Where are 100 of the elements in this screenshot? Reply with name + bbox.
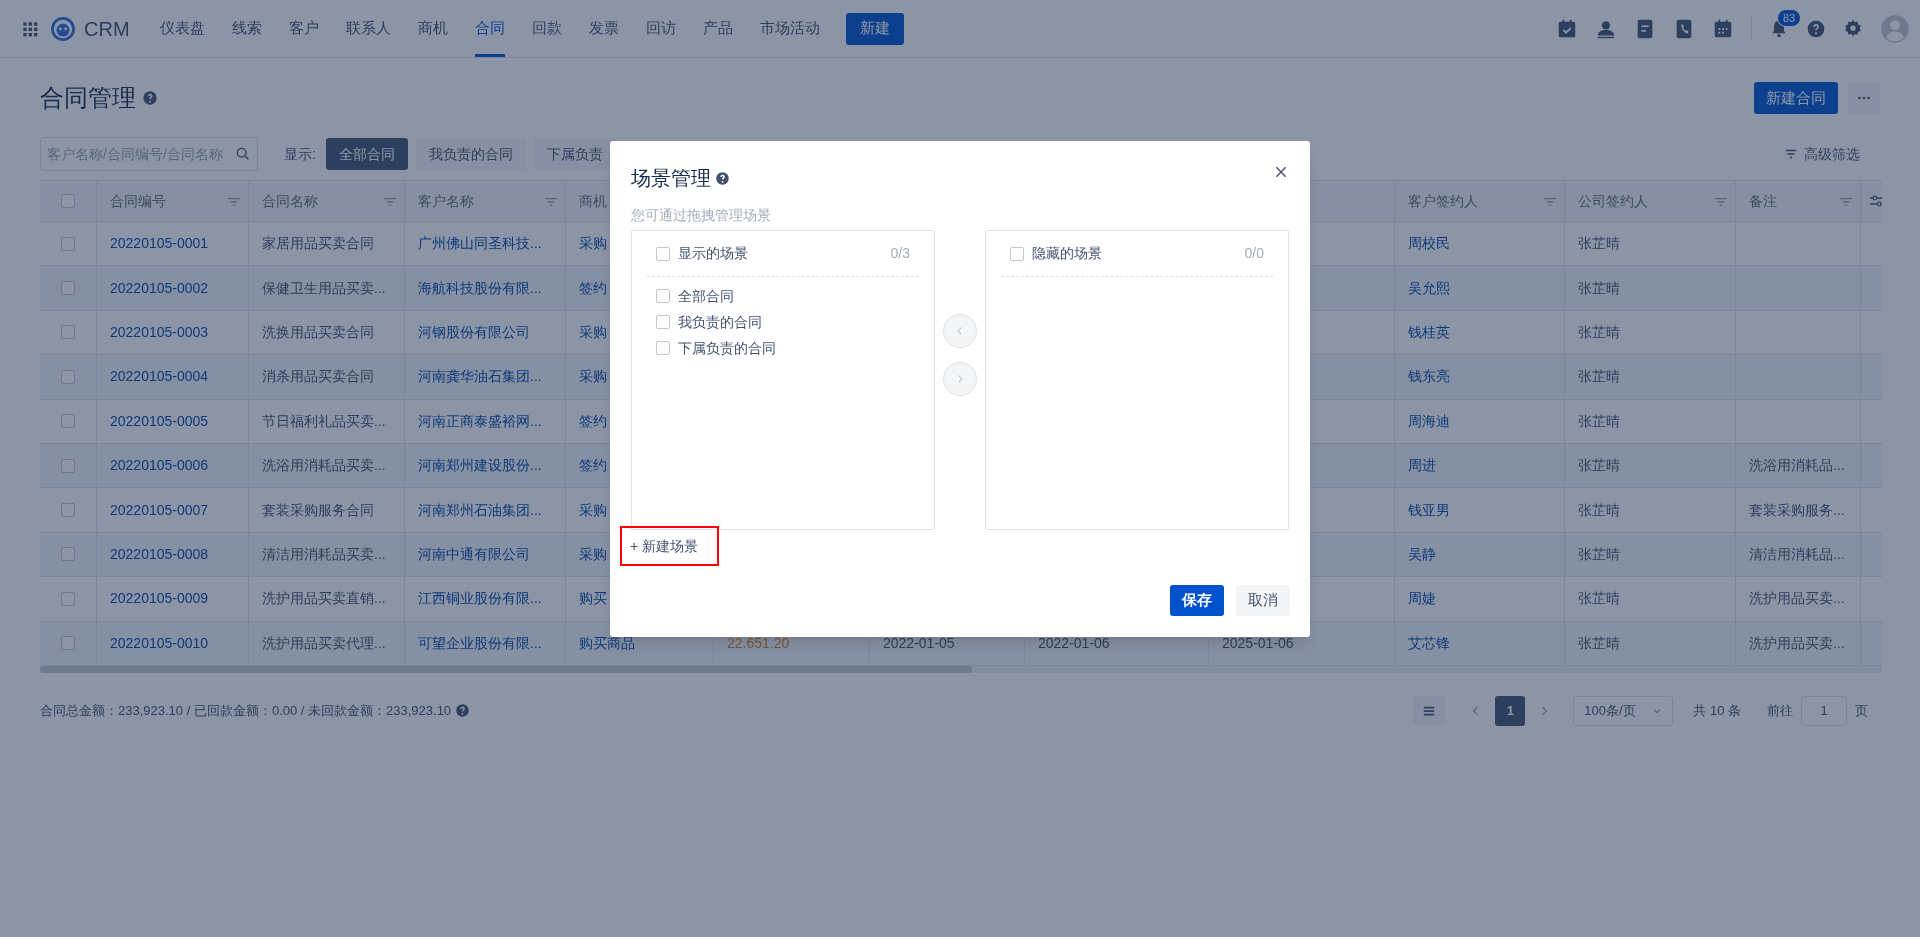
calendar-check-icon[interactable]: [1556, 17, 1578, 40]
table-link[interactable]: 购买: [579, 588, 607, 610]
nav-tab[interactable]: 回款: [531, 0, 562, 57]
table-link[interactable]: 采购: [579, 499, 607, 521]
table-link[interactable]: 钱东亮: [1408, 366, 1450, 388]
table-link[interactable]: 20220105-0001: [110, 233, 209, 255]
checkbox[interactable]: [61, 194, 75, 208]
checkbox[interactable]: [61, 458, 75, 473]
table-link[interactable]: 20220105-0007: [110, 499, 209, 521]
table-link[interactable]: 购买商品: [579, 632, 635, 654]
save-button[interactable]: 保存: [1170, 585, 1224, 616]
table-link[interactable]: 采购: [579, 321, 607, 343]
checkbox[interactable]: [61, 325, 75, 340]
table-link[interactable]: 采购: [579, 233, 607, 255]
cancel-button[interactable]: 取消: [1236, 585, 1290, 616]
calendar-icon[interactable]: [1712, 17, 1734, 40]
checkbox[interactable]: [656, 246, 670, 261]
checkbox[interactable]: [61, 414, 75, 429]
more-button[interactable]: [1848, 82, 1880, 114]
table-link[interactable]: 签约: [579, 455, 607, 477]
checkbox[interactable]: [61, 281, 75, 296]
table-link[interactable]: 周海迪: [1408, 410, 1450, 432]
settings-icon[interactable]: [1843, 18, 1863, 39]
scene-tab[interactable]: 下属负责: [533, 138, 616, 170]
advanced-filter-button[interactable]: 高级筛选: [1784, 143, 1860, 165]
table-link[interactable]: 签约: [579, 410, 607, 432]
table-link[interactable]: 吴静: [1408, 543, 1436, 565]
search-icon[interactable]: [235, 146, 251, 162]
page-button[interactable]: 1: [1495, 695, 1526, 726]
table-link[interactable]: 20220105-0003: [110, 321, 209, 343]
help-icon[interactable]: [1806, 18, 1826, 39]
table-link[interactable]: 河南中通有限公司: [418, 543, 530, 565]
move-button[interactable]: [943, 314, 977, 348]
checkbox[interactable]: [656, 315, 670, 329]
table-link[interactable]: 20220105-0008: [110, 543, 209, 565]
help-icon[interactable]: [142, 90, 158, 106]
nav-tab[interactable]: 商机: [417, 0, 448, 57]
nav-tab[interactable]: 回访: [645, 0, 676, 57]
new-button[interactable]: 新建: [845, 12, 904, 45]
avatar-icon[interactable]: [1880, 13, 1910, 44]
table-link[interactable]: 20220105-0002: [110, 277, 209, 299]
table-link[interactable]: 河南郑州石油集团...: [418, 499, 542, 521]
goto-label: 前往: [1767, 702, 1793, 721]
table-link[interactable]: 周婕: [1408, 588, 1436, 610]
checkbox[interactable]: [61, 503, 75, 518]
table-link[interactable]: 采购: [579, 366, 607, 388]
list-view-button[interactable]: [1413, 695, 1446, 726]
nav-tab[interactable]: 市场活动: [759, 0, 820, 57]
new-scene-link[interactable]: + 新建场景: [620, 526, 719, 566]
scrollbar-thumb[interactable]: [40, 665, 972, 673]
nav-tab[interactable]: 发票: [588, 0, 619, 57]
checkbox[interactable]: [61, 591, 75, 606]
nav-tab[interactable]: 线索: [231, 0, 262, 57]
table-link[interactable]: 艾芯锋: [1408, 632, 1450, 654]
table-link[interactable]: 河南龚华油石集团...: [418, 366, 542, 388]
table-link[interactable]: 20220105-0006: [110, 455, 209, 477]
table-link[interactable]: 广州佛山同圣科技...: [418, 233, 542, 255]
checkbox[interactable]: [1010, 246, 1024, 261]
table-link[interactable]: 海航科技股份有限...: [418, 277, 542, 299]
checkbox[interactable]: [61, 636, 75, 651]
nav-tab[interactable]: 客户: [288, 0, 319, 57]
checkbox[interactable]: [61, 547, 75, 562]
table-link[interactable]: 钱亚男: [1408, 499, 1450, 521]
page-size-select[interactable]: 100条/页: [1573, 695, 1674, 726]
table-link[interactable]: 采购: [579, 543, 607, 565]
table-link[interactable]: 周进: [1408, 455, 1436, 477]
scene-item[interactable]: 下属负责的合同: [678, 337, 776, 359]
checkbox[interactable]: [61, 369, 75, 384]
table-link[interactable]: 可望企业股份有限...: [418, 632, 542, 654]
table-link[interactable]: 河钢股份有限公司: [418, 321, 530, 343]
nav-tab[interactable]: 联系人: [345, 0, 391, 57]
move-button[interactable]: [943, 362, 977, 396]
new-contract-button[interactable]: 新建合同: [1754, 82, 1838, 114]
table-link[interactable]: 20220105-0004: [110, 366, 209, 388]
table-cell-text: 洗浴用消耗品买卖...: [262, 456, 386, 476]
nav-tab[interactable]: 合同: [474, 0, 505, 57]
table-link[interactable]: 20220105-0009: [110, 588, 209, 610]
scene-tab[interactable]: 我负责的合同: [415, 138, 526, 170]
table-link[interactable]: 20220105-0005: [110, 410, 209, 432]
nav-tab[interactable]: 产品: [702, 0, 733, 57]
apps-grid-icon[interactable]: [22, 20, 38, 37]
checkbox[interactable]: [656, 341, 670, 355]
table-link[interactable]: 江西铜业股份有限...: [418, 588, 542, 610]
table-link[interactable]: 周校民: [1408, 233, 1450, 255]
table-link[interactable]: 河南郑州建设股份...: [418, 455, 542, 477]
table-link[interactable]: 20220105-0010: [110, 632, 209, 654]
checkbox[interactable]: [61, 236, 75, 251]
help-icon[interactable]: [455, 703, 471, 719]
table-cell-text: 2022-01-05: [883, 633, 955, 653]
table-link[interactable]: 吴允熙: [1408, 277, 1450, 299]
scene-item[interactable]: 全部合同: [678, 285, 734, 307]
nav-tab[interactable]: 仪表盘: [159, 0, 205, 57]
checkbox[interactable]: [656, 289, 670, 303]
table-link[interactable]: 河南正商泰盛裕网...: [418, 410, 542, 432]
help-icon[interactable]: [715, 170, 730, 186]
table-link[interactable]: 签约: [579, 277, 607, 299]
page-input[interactable]: 1: [1801, 695, 1847, 726]
scene-tab[interactable]: 全部合同: [325, 138, 408, 170]
scene-item[interactable]: 我负责的合同: [678, 311, 762, 333]
table-link[interactable]: 钱桂英: [1408, 321, 1450, 343]
